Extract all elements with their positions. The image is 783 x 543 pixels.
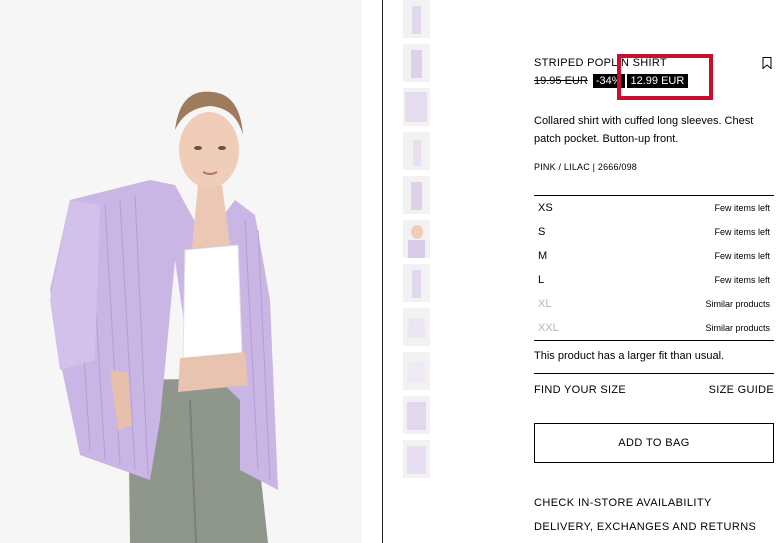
delivery-returns-link[interactable]: DELIVERY, EXCHANGES AND RETURNS: [534, 521, 756, 533]
size-option-xl[interactable]: XL Similar products: [534, 292, 774, 316]
product-description: Collared shirt with cuffed long sleeves.…: [534, 115, 754, 145]
size-option-l[interactable]: L Few items left: [534, 268, 774, 292]
old-price: 19.95 EUR: [534, 74, 588, 87]
thumbnail-strip: [403, 0, 431, 484]
thumbnail-3[interactable]: [403, 88, 430, 126]
thumbnail-9[interactable]: [403, 352, 430, 390]
size-label: S: [538, 226, 546, 238]
similar-products-link[interactable]: Similar products: [705, 299, 770, 309]
thumbnail-4[interactable]: [403, 132, 430, 170]
divider: [534, 373, 774, 374]
size-option-xs[interactable]: XS Few items left: [534, 196, 774, 220]
product-main-image[interactable]: [0, 0, 362, 543]
size-option-xxl[interactable]: XXL Similar products: [534, 316, 774, 340]
size-selector: XS Few items left S Few items left M Few…: [534, 195, 774, 341]
thumbnail-10[interactable]: [403, 396, 430, 434]
content-divider: [382, 0, 383, 543]
similar-products-link[interactable]: Similar products: [705, 323, 770, 333]
store-availability-link[interactable]: CHECK IN-STORE AVAILABILITY: [534, 497, 712, 509]
size-guide-link[interactable]: SIZE GUIDE: [709, 384, 774, 396]
size-label: XL: [538, 298, 552, 310]
size-option-s[interactable]: S Few items left: [534, 220, 774, 244]
thumbnail-8[interactable]: [403, 308, 430, 346]
fit-note: This product has a larger fit than usual…: [534, 350, 725, 362]
thumbnail-11[interactable]: [403, 440, 430, 478]
stock-status: Few items left: [714, 203, 770, 213]
thumbnail-2[interactable]: [403, 44, 430, 82]
add-to-bag-button[interactable]: ADD TO BAG: [534, 423, 774, 463]
thumbnail-1[interactable]: [403, 0, 430, 38]
stock-status: Few items left: [714, 251, 770, 261]
model-photo: [0, 0, 362, 543]
bookmark-icon[interactable]: [762, 57, 772, 69]
color-reference: PINK / LILAC | 2666/098: [534, 162, 637, 172]
thumbnail-6[interactable]: [403, 220, 430, 258]
size-label: XS: [538, 202, 553, 214]
size-option-m[interactable]: M Few items left: [534, 244, 774, 268]
stock-status: Few items left: [714, 227, 770, 237]
thumbnail-7[interactable]: [403, 264, 430, 302]
find-your-size-link[interactable]: FIND YOUR SIZE: [534, 384, 626, 396]
stock-status: Few items left: [714, 275, 770, 285]
thumbnail-5[interactable]: [403, 176, 430, 214]
price-highlight-box: [617, 54, 713, 100]
size-label: L: [538, 274, 545, 286]
size-label: M: [538, 250, 548, 262]
size-label: XXL: [538, 322, 559, 334]
